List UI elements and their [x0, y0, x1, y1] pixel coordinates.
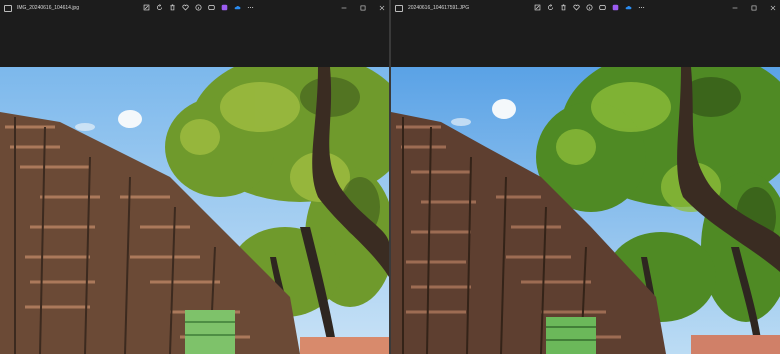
window-title: IMG_20240616_104614.jpg — [17, 5, 79, 11]
window-title: 20240616_104617591.JPG — [408, 5, 470, 11]
photo-image — [391, 67, 780, 354]
delete-icon[interactable] — [168, 3, 177, 12]
maximize-icon[interactable] — [749, 3, 758, 12]
photo-viewport[interactable] — [0, 67, 389, 354]
edit-icon[interactable] — [142, 3, 151, 12]
photo-viewport[interactable] — [391, 67, 780, 354]
favorite-icon[interactable] — [181, 3, 190, 12]
copilot-icon[interactable] — [207, 3, 216, 12]
photos-window-left: IMG_20240616_104614.jpg — [0, 0, 389, 354]
minimize-icon[interactable] — [730, 3, 739, 12]
app-icon[interactable] — [220, 3, 229, 12]
delete-icon[interactable] — [559, 3, 568, 12]
rotate-icon[interactable] — [546, 3, 555, 12]
minimize-icon[interactable] — [339, 3, 348, 12]
photo-toolbar — [142, 3, 255, 12]
cloud-icon[interactable] — [624, 3, 633, 12]
more-icon[interactable] — [246, 3, 255, 12]
caption-buttons — [339, 3, 386, 12]
more-icon[interactable] — [637, 3, 646, 12]
photos-app-icon — [4, 4, 12, 12]
favorite-icon[interactable] — [572, 3, 581, 12]
photo-image — [0, 67, 389, 354]
info-icon[interactable] — [194, 3, 203, 12]
info-icon[interactable] — [585, 3, 594, 12]
app-icon[interactable] — [611, 3, 620, 12]
photo-toolbar — [533, 3, 646, 12]
cloud-icon[interactable] — [233, 3, 242, 12]
rotate-icon[interactable] — [155, 3, 164, 12]
caption-buttons — [730, 3, 777, 12]
close-icon[interactable] — [377, 3, 386, 12]
photos-app-icon — [395, 4, 403, 12]
photos-window-right: 20240616_104617591.JPG — [391, 0, 780, 354]
copilot-icon[interactable] — [598, 3, 607, 12]
close-icon[interactable] — [768, 3, 777, 12]
edit-icon[interactable] — [533, 3, 542, 12]
maximize-icon[interactable] — [358, 3, 367, 12]
